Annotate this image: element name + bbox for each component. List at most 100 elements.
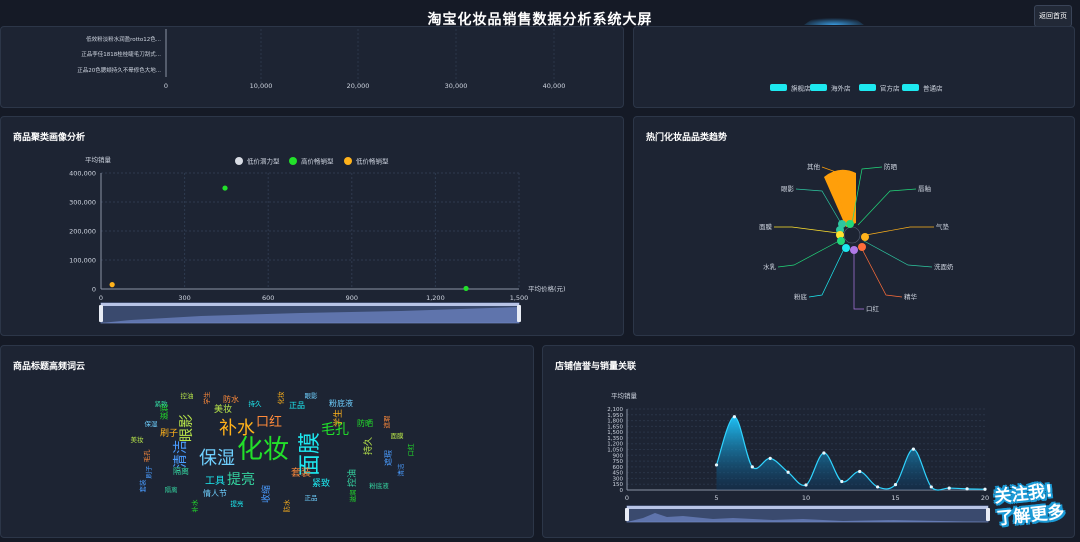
x-tick: 0	[164, 82, 168, 90]
scatter-zoom-slider[interactable]	[99, 302, 521, 324]
category-label: 防晒	[884, 162, 898, 171]
category-label: 口红	[866, 304, 880, 313]
legend-dot-high-price[interactable]	[289, 157, 297, 165]
y-tick: 0	[92, 286, 96, 294]
cloud-word: 补水	[219, 418, 255, 439]
cloud-word: 学生	[202, 391, 211, 405]
rose-labels: 其他 防晒眼影 唇釉面膜 气垫水乳 洗面奶粉底 精华口红	[759, 162, 954, 313]
slider-handle-left[interactable]	[625, 508, 629, 521]
x-tick: 1,200	[426, 294, 445, 302]
scatter-grid	[100, 172, 520, 290]
data-point[interactable]	[804, 483, 808, 487]
cloud-word: 美妆	[131, 435, 145, 444]
data-point[interactable]	[965, 487, 969, 491]
cloud-word: 防水	[282, 499, 291, 513]
cloud-word: 化妆	[276, 391, 285, 405]
x-tick: 1,500	[510, 294, 529, 302]
category-label: 气垫	[936, 222, 950, 231]
scatter-point[interactable]	[222, 185, 228, 191]
data-point[interactable]	[840, 479, 844, 484]
shop-grid	[626, 408, 985, 491]
data-point[interactable]	[768, 456, 772, 460]
cloud-word: 工具	[205, 475, 225, 487]
legend-dot-low-price[interactable]	[344, 157, 352, 165]
data-point[interactable]	[911, 447, 915, 451]
category-label: 水乳	[763, 262, 777, 271]
cloud-word: 口红	[406, 443, 415, 457]
x-tick: 10	[802, 494, 810, 502]
rose-sectors	[824, 169, 869, 254]
data-point[interactable]	[858, 469, 862, 474]
cloud-word: 持久	[362, 437, 374, 455]
cloud-word: 持久	[249, 399, 263, 408]
cloud-word: 控油	[181, 391, 194, 400]
word-cloud: 化妆 面膜补水保湿口红眼影清洁提亮毛孔工具学生粉底液防水美妆收缩控油滋润 正品刷子情…	[131, 391, 416, 513]
cloud-word: 粉底液	[369, 481, 389, 490]
label-leader-line	[865, 226, 934, 236]
slider-handle-left[interactable]	[99, 305, 103, 322]
cloud-word: 保湿	[199, 448, 235, 469]
legend-dot-low-potential[interactable]	[235, 157, 243, 165]
scatter-ticks: 400,000 300,000 200,000 100,000 00 300 600 900 1…	[69, 170, 528, 303]
cloud-word: 紧致	[312, 477, 330, 489]
scatter-point[interactable]	[463, 285, 469, 292]
data-point[interactable]	[893, 483, 898, 487]
cloud-word: 化妆	[237, 435, 289, 465]
rose-sector-lotion[interactable]	[837, 237, 845, 245]
data-point[interactable]	[983, 487, 987, 491]
cloud-word: 刷子	[145, 465, 153, 479]
shop-area	[716, 416, 985, 491]
scatter-points	[109, 185, 469, 292]
cloud-word: 套装	[291, 466, 311, 479]
rose-sector-sunscreen[interactable]	[846, 220, 854, 228]
wordcloud-panel: 商品标题高频词云 化妆 面膜 补水 保湿 口红 眼影 清洁 提亮 毛孔 工具 学生 粉底液 防水 美妆 收缩…	[0, 345, 534, 538]
cluster-scatter-chart: 平均销量 低价潜力型 高价畅销型 低价畅销型 400,000 300,000 200…	[69, 155, 566, 324]
scatter-point[interactable]	[109, 282, 115, 288]
shop-zoom-slider[interactable]	[625, 505, 990, 523]
data-point[interactable]	[929, 485, 933, 489]
x-tick: 10,000	[250, 82, 273, 90]
cloud-word: 隔离	[173, 466, 189, 476]
y-tick: 100,000	[69, 257, 96, 265]
cloud-word: 毛孔	[142, 449, 151, 463]
y-axis-label: 平均销量	[85, 155, 112, 164]
cloud-word: 防晒	[357, 418, 373, 428]
cloud-word: 正品	[289, 401, 305, 410]
data-point[interactable]	[822, 451, 826, 455]
slider-handle-right[interactable]	[517, 305, 521, 322]
x-axis-label: 平均价格(元)	[528, 284, 566, 293]
cloud-word: 美妆	[214, 403, 232, 415]
bar-label-2: 正品李佳1818桂桂睫毛刀刮式...	[81, 50, 161, 58]
x-tick: 600	[262, 294, 274, 302]
slider-handle-right[interactable]	[986, 508, 990, 521]
data-point[interactable]	[876, 485, 880, 489]
legend-label: 低价潜力型	[247, 157, 280, 166]
legend-label: 官方店	[880, 84, 900, 93]
rose-sector-cushion[interactable]	[861, 233, 869, 241]
data-point[interactable]	[786, 470, 790, 474]
y-tick: 300,000	[69, 199, 96, 207]
category-trend-panel: 热门化妆品品类趋势 其他 防晒 眼影 唇釉 面膜 气垫 水乳 洗面奶 粉底 精华 口红	[633, 116, 1075, 336]
x-tick: 20,000	[347, 82, 370, 90]
data-point[interactable]	[750, 465, 754, 469]
cloud-word: 提亮	[227, 471, 255, 488]
top-right-panel: 旗舰店 海外店 官方店 普通店	[633, 13, 1075, 108]
legend-swatch	[770, 84, 787, 91]
rose-sector-essence[interactable]	[858, 243, 866, 251]
follow-badge[interactable]: 关注我! 了解更多	[993, 478, 1080, 542]
data-point[interactable]	[947, 486, 951, 490]
top-left-panel: 低效粉淡粉水润盈rotto12色... 正品李佳1818桂桂睫毛刀刮式... 正…	[0, 26, 624, 108]
shop-type-legend: 旗舰店 海外店 官方店 普通店	[770, 84, 943, 93]
data-point[interactable]	[732, 415, 736, 419]
cloud-word: 粉底液	[329, 398, 353, 408]
cloud-word: 收缩	[260, 485, 272, 503]
label-leader-line	[774, 226, 839, 234]
cluster-panel: 商品聚类画像分析 平均销量 低价潜力型 高价畅销型 低价畅销型 400,000 3…	[0, 116, 624, 336]
back-home-button[interactable]: 返回首页	[1034, 5, 1072, 27]
cloud-word: 清洁	[173, 440, 189, 468]
label-leader-line	[851, 166, 883, 224]
data-point[interactable]	[714, 463, 719, 467]
cloud-word: 正品	[305, 494, 318, 502]
y-tick: 200,000	[69, 228, 96, 236]
dashboard: 淘宝化妆品销售数据分析系统大屏 返回首页 低效粉淡粉水润盈rotto12色...…	[0, 0, 1080, 542]
